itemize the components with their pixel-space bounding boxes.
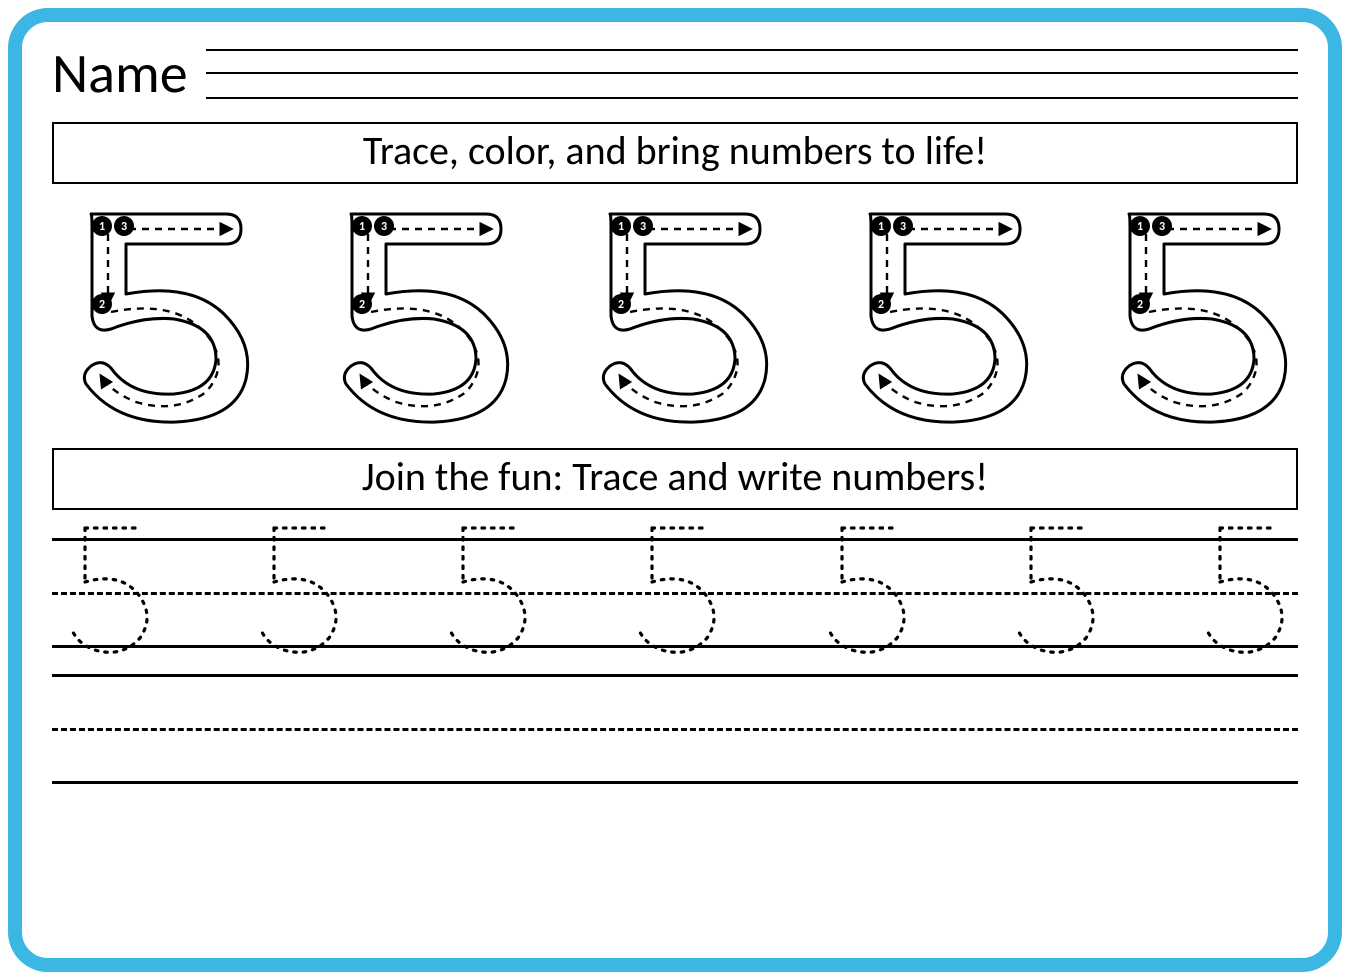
name-row: Name xyxy=(52,40,1298,108)
trace-number-big[interactable]: 1 3 2 xyxy=(316,204,516,424)
worksheet-frame: Name Trace, color, and bring numbers to … xyxy=(8,8,1342,972)
name-line-mid xyxy=(206,72,1298,74)
instruction-top: Trace, color, and bring numbers to life! xyxy=(52,122,1298,184)
svg-text:1: 1 xyxy=(1137,220,1143,234)
name-write-lines[interactable] xyxy=(206,49,1298,99)
trace-number-big[interactable]: 1 3 2 xyxy=(575,204,775,424)
trace-number-big[interactable]: 1 3 2 xyxy=(56,204,256,424)
trace-number-dotted[interactable] xyxy=(1006,520,1101,648)
svg-text:1: 1 xyxy=(618,220,624,234)
svg-text:1: 1 xyxy=(99,220,105,234)
svg-text:1: 1 xyxy=(358,220,364,234)
svg-text:2: 2 xyxy=(99,298,105,312)
trace-number-big[interactable]: 1 3 2 xyxy=(835,204,1035,424)
dotted-numbers-row xyxy=(52,520,1298,648)
trace-big-numbers-row: 1 3 2 1 3 2 1 3 2 1 3 2 1 3 2 xyxy=(52,202,1298,432)
svg-text:2: 2 xyxy=(877,298,883,312)
trace-number-dotted[interactable] xyxy=(1195,520,1290,648)
guide-line-top xyxy=(52,674,1298,677)
trace-number-dotted[interactable] xyxy=(60,520,155,648)
guide-line-bot xyxy=(52,781,1298,784)
blank-write-row-2[interactable] xyxy=(52,674,1298,784)
instruction-mid: Join the fun: Trace and write numbers! xyxy=(52,448,1298,510)
guide-line-mid-dashed xyxy=(52,728,1298,731)
svg-text:2: 2 xyxy=(358,298,364,312)
name-line-bot xyxy=(206,97,1298,99)
svg-text:1: 1 xyxy=(877,220,883,234)
svg-text:2: 2 xyxy=(1137,298,1143,312)
svg-text:2: 2 xyxy=(618,298,624,312)
svg-text:3: 3 xyxy=(1159,220,1165,234)
trace-number-dotted[interactable] xyxy=(817,520,912,648)
trace-write-row-1[interactable] xyxy=(52,538,1298,648)
svg-text:3: 3 xyxy=(640,220,646,234)
trace-number-dotted[interactable] xyxy=(627,520,722,648)
trace-number-dotted[interactable] xyxy=(249,520,344,648)
svg-text:3: 3 xyxy=(899,220,905,234)
name-line-top xyxy=(206,49,1298,51)
trace-number-dotted[interactable] xyxy=(438,520,533,648)
svg-text:3: 3 xyxy=(380,220,386,234)
svg-text:3: 3 xyxy=(121,220,127,234)
name-label: Name xyxy=(52,40,188,108)
trace-number-big[interactable]: 1 3 2 xyxy=(1094,204,1294,424)
